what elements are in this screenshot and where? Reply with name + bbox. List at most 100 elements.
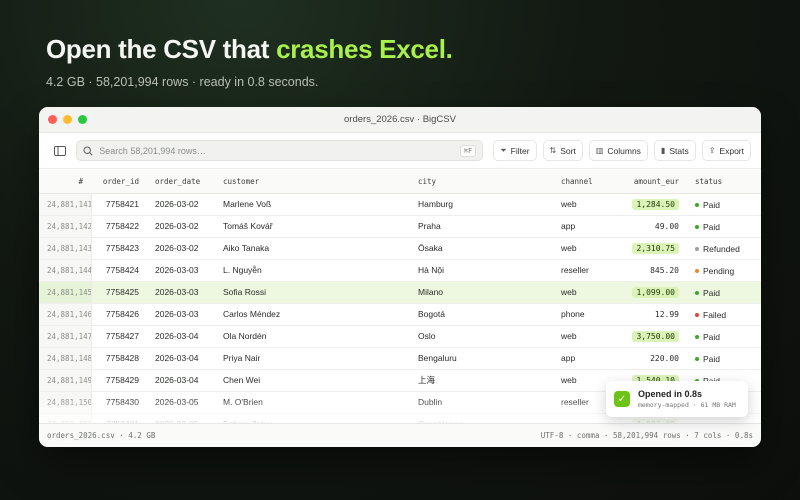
order-id-cell[interactable]: 7758421 <box>91 193 147 216</box>
channel-cell[interactable]: app <box>553 347 615 370</box>
channel-cell[interactable]: web <box>553 193 615 216</box>
close-window-button[interactable] <box>48 115 57 124</box>
amount-cell[interactable]: 3,750.00 <box>615 325 687 348</box>
status-cell[interactable]: Paid <box>687 347 761 370</box>
sort-button[interactable]: ⇅ Sort <box>542 140 583 161</box>
channel-cell[interactable]: phone <box>553 303 615 326</box>
row-number-cell[interactable]: 24,881,150 <box>39 391 92 414</box>
row-number-cell[interactable]: 24,881,148 <box>39 347 92 370</box>
order-id-cell[interactable]: 7758422 <box>91 215 147 238</box>
customer-cell[interactable]: Tomáš Kovář <box>215 215 410 238</box>
sidebar-toggle-icon[interactable] <box>49 140 70 162</box>
channel-cell[interactable]: app <box>553 215 615 238</box>
amount-cell[interactable]: 49.00 <box>615 215 687 238</box>
channel-cell[interactable]: reseller <box>553 259 615 282</box>
city-cell[interactable]: Dublin <box>410 391 553 414</box>
amount-cell[interactable]: 1,284.50 <box>615 193 687 216</box>
row-number-cell[interactable]: 24,881,141 <box>39 193 92 216</box>
status-cell[interactable]: Refunded <box>687 237 761 260</box>
channel-cell[interactable] <box>553 413 615 423</box>
amount-cell[interactable]: 845.20 <box>615 259 687 282</box>
channel-cell[interactable]: web <box>553 281 615 304</box>
column-header-amount[interactable]: amount_eur <box>615 170 687 194</box>
city-cell[interactable]: Bengaluru <box>410 347 553 370</box>
search-bar[interactable]: ⌘F <box>76 140 484 161</box>
order-id-cell[interactable]: 7758429 <box>91 369 147 392</box>
table-row[interactable]: 24,881,146 7758426 2026-03-03 Carlos Méndez… <box>39 303 761 326</box>
city-cell[interactable]: Milano <box>410 281 553 304</box>
status-cell[interactable]: Paid <box>687 215 761 238</box>
table-row[interactable]: 24,881,141 7758421 2026-03-02 Marlene Voß Ha… <box>39 193 761 216</box>
zoom-window-button[interactable] <box>78 115 87 124</box>
order-id-cell[interactable]: 7758428 <box>91 347 147 370</box>
city-cell[interactable]: Praha <box>410 215 553 238</box>
stats-button[interactable]: ▮ Stats <box>653 140 696 161</box>
order-date-cell[interactable]: 2026-03-02 <box>147 193 215 216</box>
amount-cell[interactable]: 1,099.00 <box>615 281 687 304</box>
city-cell[interactable]: Hamburg <box>410 193 553 216</box>
customer-cell[interactable]: Aiko Tanaka <box>215 237 410 260</box>
city-cell[interactable]: Bogotá <box>410 303 553 326</box>
filter-button[interactable]: ⏷ Filter <box>493 140 537 161</box>
order-id-cell[interactable]: 7758423 <box>91 237 147 260</box>
order-date-cell[interactable]: 2026-03-05 <box>147 391 215 414</box>
search-input[interactable] <box>99 145 454 156</box>
order-date-cell[interactable]: 2026-03-02 <box>147 237 215 260</box>
row-number-cell[interactable]: 24,881,142 <box>39 215 92 238</box>
channel-cell[interactable]: web <box>553 325 615 348</box>
order-date-cell[interactable]: 2026-03-04 <box>147 347 215 370</box>
status-cell[interactable]: Paid <box>687 325 761 348</box>
column-header-city[interactable]: city <box>410 170 553 194</box>
column-header-customer[interactable]: customer <box>215 170 410 194</box>
customer-cell[interactable]: Fatima Zahra <box>215 413 410 423</box>
row-number-cell[interactable]: 24,881,143 <box>39 237 92 260</box>
status-cell[interactable]: Paid <box>687 193 761 216</box>
customer-cell[interactable]: M. O'Brien <box>215 391 410 414</box>
city-cell[interactable]: Hà Nội <box>410 259 553 282</box>
minimize-window-button[interactable] <box>63 115 72 124</box>
customer-cell[interactable]: Carlos Méndez <box>215 303 410 326</box>
order-id-cell[interactable]: 7758430 <box>91 391 147 414</box>
table-row[interactable]: 24,881,144 7758424 2026-03-03 L. Nguyễn Hà N… <box>39 259 761 282</box>
order-id-cell[interactable]: 7758425 <box>91 281 147 304</box>
amount-cell[interactable]: 220.00 <box>615 347 687 370</box>
column-header-rownum[interactable]: # <box>39 170 91 194</box>
row-number-cell[interactable]: 24,881,145 <box>39 281 92 304</box>
table-row[interactable]: 24,881,145 7758425 2026-03-03 Sofia Rossi Mi… <box>39 281 761 304</box>
customer-cell[interactable]: Sofia Rossi <box>215 281 410 304</box>
order-id-cell[interactable]: 7758424 <box>91 259 147 282</box>
city-cell[interactable]: Casablanca <box>410 413 553 423</box>
order-id-cell[interactable]: 7758426 <box>91 303 147 326</box>
row-number-cell[interactable]: 24,881,144 <box>39 259 92 282</box>
column-header-order-date[interactable]: order_date <box>147 170 215 194</box>
row-number-cell[interactable]: 24,881,147 <box>39 325 92 348</box>
table-row[interactable]: 24,881,142 7758422 2026-03-02 Tomáš Kovář Pr… <box>39 215 761 238</box>
order-date-cell[interactable]: 2026-03-05 <box>147 413 215 423</box>
city-cell[interactable]: Ōsaka <box>410 237 553 260</box>
customer-cell[interactable]: Priya Nair <box>215 347 410 370</box>
customer-cell[interactable]: Chen Wei <box>215 369 410 392</box>
customer-cell[interactable]: L. Nguyễn <box>215 259 410 282</box>
order-date-cell[interactable]: 2026-03-04 <box>147 325 215 348</box>
columns-button[interactable]: ▥ Columns <box>588 140 648 161</box>
row-number-cell[interactable]: 24,881,149 <box>39 369 92 392</box>
status-cell[interactable]: Pending <box>687 259 761 282</box>
customer-cell[interactable]: Ola Nordén <box>215 325 410 348</box>
row-number-cell[interactable]: 24,881,146 <box>39 303 92 326</box>
table-row[interactable]: 24,881,148 7758428 2026-03-04 Priya Nair Ben… <box>39 347 761 370</box>
export-button[interactable]: ⇪ Export <box>701 140 751 161</box>
column-header-order-id[interactable]: order_id <box>91 170 147 194</box>
channel-cell[interactable]: web <box>553 237 615 260</box>
order-date-cell[interactable]: 2026-03-03 <box>147 303 215 326</box>
order-id-cell[interactable]: 7758427 <box>91 325 147 348</box>
city-cell[interactable]: Oslo <box>410 325 553 348</box>
order-date-cell[interactable]: 2026-03-04 <box>147 369 215 392</box>
order-date-cell[interactable]: 2026-03-03 <box>147 281 215 304</box>
city-cell[interactable]: 上海 <box>410 369 553 392</box>
amount-cell[interactable]: 12.99 <box>615 303 687 326</box>
column-header-status[interactable]: status <box>687 170 761 194</box>
order-id-cell[interactable]: 7758431 <box>91 413 147 423</box>
table-row[interactable]: 24,881,147 7758427 2026-03-04 Ola Nordén Osl… <box>39 325 761 348</box>
column-header-channel[interactable]: channel <box>553 170 615 194</box>
order-date-cell[interactable]: 2026-03-03 <box>147 259 215 282</box>
